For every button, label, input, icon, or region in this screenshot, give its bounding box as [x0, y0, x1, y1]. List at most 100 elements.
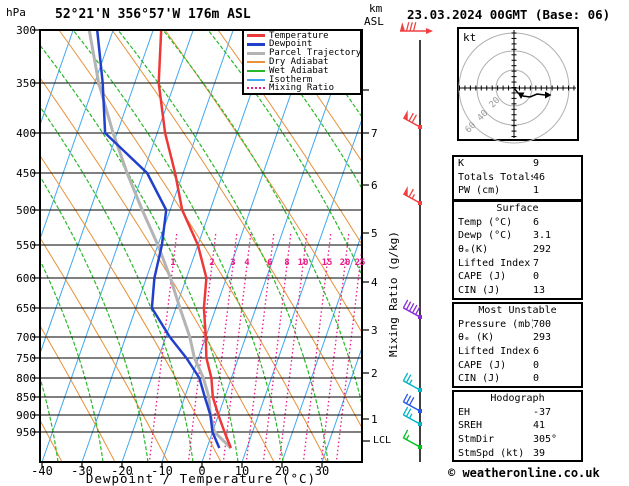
stat-label: Totals Totals — [458, 171, 533, 183]
wind-barb — [402, 299, 422, 319]
pressure-tick-label: 850 — [16, 391, 36, 404]
temp-tick-label: 0 — [198, 464, 206, 478]
pressure-tick-label: 650 — [16, 302, 36, 315]
isotherm-line-swatch — [247, 78, 265, 81]
stat-value: 292 — [533, 244, 552, 256]
page-title: 52°21'N 356°57'W 176m ASL — [55, 7, 251, 22]
km-tick-label: 2 — [371, 367, 378, 380]
hodograph-stats-rows: EH -37 SREH 41 StmDir 305° StmSpd (kt) 39 — [454, 406, 581, 461]
most-unstable-rows: Pressure (mb) 700 θₑ (K) 293 Lifted Index 6 CA… — [454, 318, 581, 386]
wind-barb — [400, 22, 433, 34]
stat-row: CAPE (J) 0 — [454, 270, 581, 284]
stat-label: CIN (J) — [458, 373, 501, 385]
stat-value: 41 — [533, 420, 546, 432]
wind-barb — [402, 429, 422, 449]
pressure-tick-label: 300 — [16, 24, 36, 37]
parcel-trajectory-line-swatch — [247, 51, 265, 55]
stat-row: EH -37 — [454, 406, 581, 420]
stat-value: 305° — [533, 434, 558, 446]
wind-barb — [402, 109, 422, 129]
stat-row: CIN (J) 0 — [454, 372, 581, 386]
pressure-tick-label: 800 — [16, 372, 36, 385]
stat-label: θₑ(K) — [458, 244, 489, 256]
stat-label: Lifted Index — [458, 257, 531, 269]
stat-value: 1 — [533, 185, 540, 197]
mixing-ratio-value-label: 1 — [170, 258, 176, 268]
stat-row: Totals Totals 46 — [454, 171, 581, 185]
km-tick-label: 1 — [371, 413, 378, 426]
stat-label: StmSpd (kt) — [458, 447, 525, 459]
stat-row: Temp (°C) 6 — [454, 216, 581, 230]
pressure-tick-label: 750 — [16, 352, 36, 365]
stat-value: 13 — [533, 285, 546, 297]
stat-value: 46 — [533, 171, 546, 183]
stat-label: θₑ (K) — [458, 332, 495, 344]
surface-box: Surface Temp (°C) 6 Dewp (°C) 3.1 θₑ(K) 292 Li… — [452, 200, 583, 300]
stat-row: θₑ (K) 293 — [454, 331, 581, 345]
mixing-ratio-value-label: 8 — [284, 258, 290, 268]
mixing-ratio-value-label: 6 — [267, 258, 273, 268]
mixing-ratio-value-label: 15 — [321, 258, 333, 268]
pressure-tick-label: 900 — [16, 409, 36, 422]
km-tick-label: 5 — [371, 227, 378, 240]
dry-adiabat-line-swatch — [247, 61, 265, 63]
stat-row: Pressure (mb) 700 — [454, 318, 581, 332]
hodograph-unit-label: kt — [463, 31, 477, 44]
wet-adiabat-line-swatch — [247, 69, 265, 72]
stat-label: Dewp (°C) — [458, 230, 513, 242]
dewpoint-line-swatch — [247, 42, 265, 46]
surface-rows: Temp (°C) 6 Dewp (°C) 3.1 θₑ(K) 292 Lifted Ind… — [454, 216, 581, 298]
hodograph-box-title: Hodograph — [490, 393, 545, 404]
legend-item: Mixing Ratio — [247, 83, 360, 93]
stat-value: 7 — [533, 257, 540, 269]
stat-row: SREH 41 — [454, 419, 581, 433]
stat-row: CAPE (J) 0 — [454, 359, 581, 373]
stat-row: StmDir 305° — [454, 433, 581, 447]
pressure-tick-label: 350 — [16, 77, 36, 90]
most-unstable-box-title: Most Unstable — [478, 305, 557, 316]
stat-label: CAPE (J) — [458, 359, 507, 371]
sounding-page: hPa 52°21'N 356°57'W 176m ASL km ASL 23.… — [0, 0, 629, 486]
stat-row: Lifted Index 7 — [454, 257, 581, 271]
km-tick-label: 3 — [371, 324, 378, 337]
stat-value: 0 — [533, 359, 540, 371]
stat-label: CIN (J) — [458, 285, 501, 297]
lcl-label: LCL — [373, 435, 392, 446]
stat-label: Lifted Index — [458, 346, 531, 358]
pressure-tick-label: 700 — [16, 331, 36, 344]
stat-label: K — [458, 158, 465, 169]
stat-value: 0 — [533, 271, 540, 283]
stat-value: 700 — [533, 318, 552, 330]
stat-label: EH — [458, 406, 471, 418]
indices-rows: K 9 Totals Totals 46 PW (cm) 1 — [454, 157, 581, 198]
temp-tick-label: -40 — [31, 464, 53, 478]
stat-value: 0 — [533, 373, 540, 385]
stat-row: Dewp (°C) 3.1 — [454, 229, 581, 243]
surface-box-title: Surface — [496, 203, 539, 214]
stat-row: K9 — [454, 157, 581, 171]
temp-tick-label: 20 — [274, 464, 290, 478]
mixing-ratio-value-label: 10 — [297, 258, 309, 268]
stat-row: θₑ(K) 292 — [454, 243, 581, 257]
stat-label: PW (cm) — [458, 185, 501, 197]
pressure-tick-label: 450 — [16, 167, 36, 180]
temperature-line-swatch — [247, 34, 265, 38]
temp-tick-label: -10 — [151, 464, 173, 478]
km-tick-label: 6 — [371, 179, 378, 192]
stat-value: 39 — [533, 447, 546, 459]
asl-axis-unit: ASL — [364, 15, 384, 28]
stat-value: 293 — [533, 332, 552, 344]
mixing-ratio-axis-label: Mixing Ratio (g/kg) — [387, 231, 400, 357]
stat-value: 6 — [533, 346, 540, 358]
temp-tick-label: -20 — [111, 464, 133, 478]
pressure-tick-label: 550 — [16, 239, 36, 252]
indices-box: K 9 Totals Totals 46 PW (cm) 1 — [452, 155, 583, 201]
mixing-ratio-value-label: 4 — [244, 258, 250, 268]
km-tick-label: 4 — [371, 276, 378, 289]
mixing-ratio-value-label: 2 — [209, 258, 215, 268]
hodograph-stats-box: Hodograph EH -37 SREH 41 StmDir 305° StmSpd (k… — [452, 390, 583, 462]
pressure-tick-label: 400 — [16, 127, 36, 140]
stat-row: StmSpd (kt) 39 — [454, 447, 581, 461]
stat-row: CIN (J) 13 — [454, 284, 581, 298]
mixing-ratio-value-label: 25 — [354, 258, 366, 268]
